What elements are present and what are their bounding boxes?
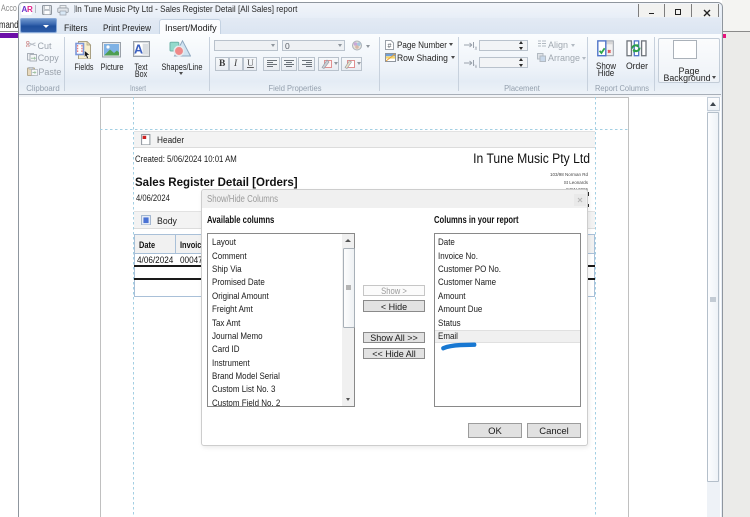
svg-text:A: A xyxy=(134,42,143,56)
svg-text:#: # xyxy=(388,43,392,50)
svg-text:x: x xyxy=(475,46,478,50)
svg-text:y: y xyxy=(475,64,478,68)
